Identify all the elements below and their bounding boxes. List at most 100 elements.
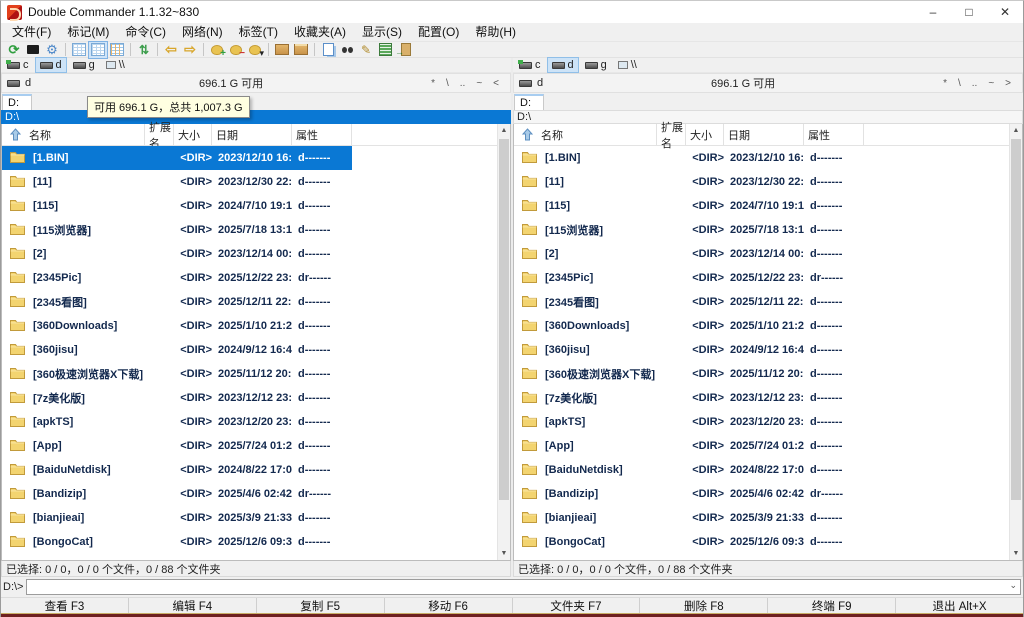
scroll-down-icon[interactable]: ▼ (498, 547, 510, 560)
panel-nav-button[interactable]: * (943, 78, 947, 89)
menu-item[interactable]: 显示(S) (354, 23, 410, 41)
full-view-icon[interactable] (89, 42, 107, 58)
file-row[interactable]: [2345看图]<DIR>2025/12/11 22:..d------- (2, 290, 497, 314)
file-row[interactable]: [bianjieai]<DIR>2025/3/9 21:33..d------- (514, 506, 1009, 530)
file-row[interactable]: [App]<DIR>2025/7/24 01:2..d------- (2, 434, 497, 458)
fkey-button[interactable]: 查看 F3 (1, 598, 129, 613)
panel-nav-button[interactable]: ~ (988, 78, 994, 89)
refresh-icon[interactable] (5, 42, 23, 58)
panel-nav-button[interactable]: * (431, 78, 435, 89)
drive-button-network[interactable]: \\ (614, 58, 641, 72)
column-header-size[interactable]: 大小 (686, 124, 724, 145)
file-row[interactable]: [apkTS]<DIR>2023/12/20 23:..d------- (2, 410, 497, 434)
pack-icon[interactable] (273, 42, 291, 58)
left-path-bar[interactable]: D:\ (1, 110, 511, 124)
sort-icon[interactable] (135, 42, 153, 58)
panel-nav-button[interactable]: .. (972, 78, 978, 89)
column-header-name[interactable]: 名称 (514, 124, 657, 145)
panel-nav-button[interactable]: .. (460, 78, 466, 89)
file-row[interactable]: [115]<DIR>2024/7/10 19:1..d------- (514, 194, 1009, 218)
menu-item[interactable]: 标记(M) (59, 23, 117, 41)
command-input[interactable] (26, 579, 1021, 595)
column-header-name[interactable]: 名称 (2, 124, 145, 145)
exit-icon[interactable] (395, 42, 413, 58)
mark-plus-icon[interactable] (208, 42, 226, 58)
column-header-date[interactable]: 日期 (724, 124, 804, 145)
file-row[interactable]: [360极速浏览器X下载]<DIR>2025/11/12 20:..d-----… (2, 362, 497, 386)
file-row[interactable]: [2345Pic]<DIR>2025/12/22 23:..dr------ (2, 266, 497, 290)
column-header-ext[interactable]: 扩展名 (657, 124, 686, 145)
file-row[interactable]: [360jisu]<DIR>2024/9/12 16:4..d------- (2, 338, 497, 362)
file-row[interactable]: [2345Pic]<DIR>2025/12/22 23:..dr------ (514, 266, 1009, 290)
unpack-icon[interactable] (292, 42, 310, 58)
drive-button-c[interactable]: c (3, 58, 33, 72)
fkey-button[interactable]: 移动 F6 (385, 598, 513, 613)
file-row[interactable]: [BongoCat]<DIR>2025/12/6 09:3..d------- (2, 530, 497, 554)
mark-minus-icon[interactable] (227, 42, 245, 58)
file-row[interactable]: [115浏览器]<DIR>2025/7/18 13:1..d------- (514, 218, 1009, 242)
free-space-label[interactable]: 696.1 G 可用 (548, 75, 938, 91)
panel-nav-button[interactable]: \ (958, 78, 961, 89)
column-header-date[interactable]: 日期 (212, 124, 292, 145)
tab-d-drive[interactable]: D: (2, 94, 32, 110)
fkey-button[interactable]: 复制 F5 (257, 598, 385, 613)
go-back-icon[interactable] (162, 42, 180, 58)
file-row[interactable]: [BaiduNetdisk]<DIR>2024/8/22 17:0..d----… (514, 458, 1009, 482)
brief-view-icon[interactable] (70, 42, 88, 58)
file-row[interactable]: [360Downloads]<DIR>2025/1/10 21:2..d----… (2, 314, 497, 338)
panel-nav-button[interactable]: \ (446, 78, 449, 89)
chevron-down-icon[interactable]: ⌄ (1009, 580, 1017, 591)
column-header-attr[interactable]: 属性 (804, 124, 864, 145)
file-row[interactable]: [7z美化版]<DIR>2023/12/12 23:..d------- (2, 386, 497, 410)
drive-button-d[interactable]: d (548, 58, 578, 72)
file-row[interactable]: [App]<DIR>2025/7/24 01:2..d------- (514, 434, 1009, 458)
drive-button-g[interactable]: g (581, 58, 611, 72)
mark-invert-icon[interactable] (246, 42, 264, 58)
drive-button-c[interactable]: c (515, 58, 545, 72)
file-row[interactable]: [1.BIN]<DIR>2023/12/10 16:..d------- (2, 146, 497, 170)
drive-button-g[interactable]: g (69, 58, 99, 72)
close-button[interactable]: ✕ (987, 1, 1023, 23)
maximize-button[interactable]: □ (951, 1, 987, 23)
panel-nav-button[interactable]: > (1005, 78, 1011, 89)
fkey-button[interactable]: 编辑 F4 (129, 598, 257, 613)
scroll-track[interactable] (498, 137, 510, 547)
scroll-thumb[interactable] (499, 139, 509, 500)
file-row[interactable]: [11]<DIR>2023/12/30 22:..d------- (514, 170, 1009, 194)
search-icon[interactable] (338, 42, 356, 58)
vertical-scrollbar[interactable]: ▲ ▼ (1009, 124, 1022, 560)
file-row[interactable]: [apkTS]<DIR>2023/12/20 23:..d------- (514, 410, 1009, 434)
go-forward-icon[interactable] (181, 42, 199, 58)
drive-button-network[interactable]: \\ (102, 58, 129, 72)
free-space-label[interactable]: 696.1 G 可用 (36, 75, 426, 91)
vertical-scrollbar[interactable]: ▲ ▼ (497, 124, 510, 560)
thumbnails-view-icon[interactable] (108, 42, 126, 58)
tab-d-drive[interactable]: D: (514, 94, 544, 110)
fkey-button[interactable]: 删除 F8 (640, 598, 768, 613)
multi-rename-icon[interactable] (357, 42, 375, 58)
panel-nav-button[interactable]: ~ (476, 78, 482, 89)
fkey-button[interactable]: 终端 F9 (768, 598, 896, 613)
file-row[interactable]: [11]<DIR>2023/12/30 22:..d------- (2, 170, 497, 194)
scroll-track[interactable] (1010, 137, 1022, 547)
fkey-button[interactable]: 退出 Alt+X (896, 598, 1023, 613)
file-row[interactable]: [115浏览器]<DIR>2025/7/18 13:1..d------- (2, 218, 497, 242)
file-row[interactable]: [360Downloads]<DIR>2025/1/10 21:2..d----… (514, 314, 1009, 338)
minimize-button[interactable]: – (915, 1, 951, 23)
terminal-icon[interactable] (24, 42, 42, 58)
scroll-down-icon[interactable]: ▼ (1010, 547, 1022, 560)
column-header-ext[interactable]: 扩展名 (145, 124, 174, 145)
fkey-button[interactable]: 文件夹 F7 (513, 598, 641, 613)
edit-comment-icon[interactable] (376, 42, 394, 58)
copy-names-icon[interactable] (319, 42, 337, 58)
right-path-bar[interactable]: D:\ (513, 110, 1023, 124)
panel-nav-button[interactable]: < (493, 78, 499, 89)
menu-item[interactable]: 标签(T) (231, 23, 286, 41)
scroll-up-icon[interactable]: ▲ (1010, 124, 1022, 137)
file-row[interactable]: [2]<DIR>2023/12/14 00:..d------- (2, 242, 497, 266)
menu-item[interactable]: 命令(C) (117, 23, 174, 41)
file-row[interactable]: [2345看图]<DIR>2025/12/11 22:..d------- (514, 290, 1009, 314)
file-row[interactable]: [115]<DIR>2024/7/10 19:1..d------- (2, 194, 497, 218)
file-row[interactable]: [BaiduNetdisk]<DIR>2024/8/22 17:0..d----… (2, 458, 497, 482)
scroll-up-icon[interactable]: ▲ (498, 124, 510, 137)
